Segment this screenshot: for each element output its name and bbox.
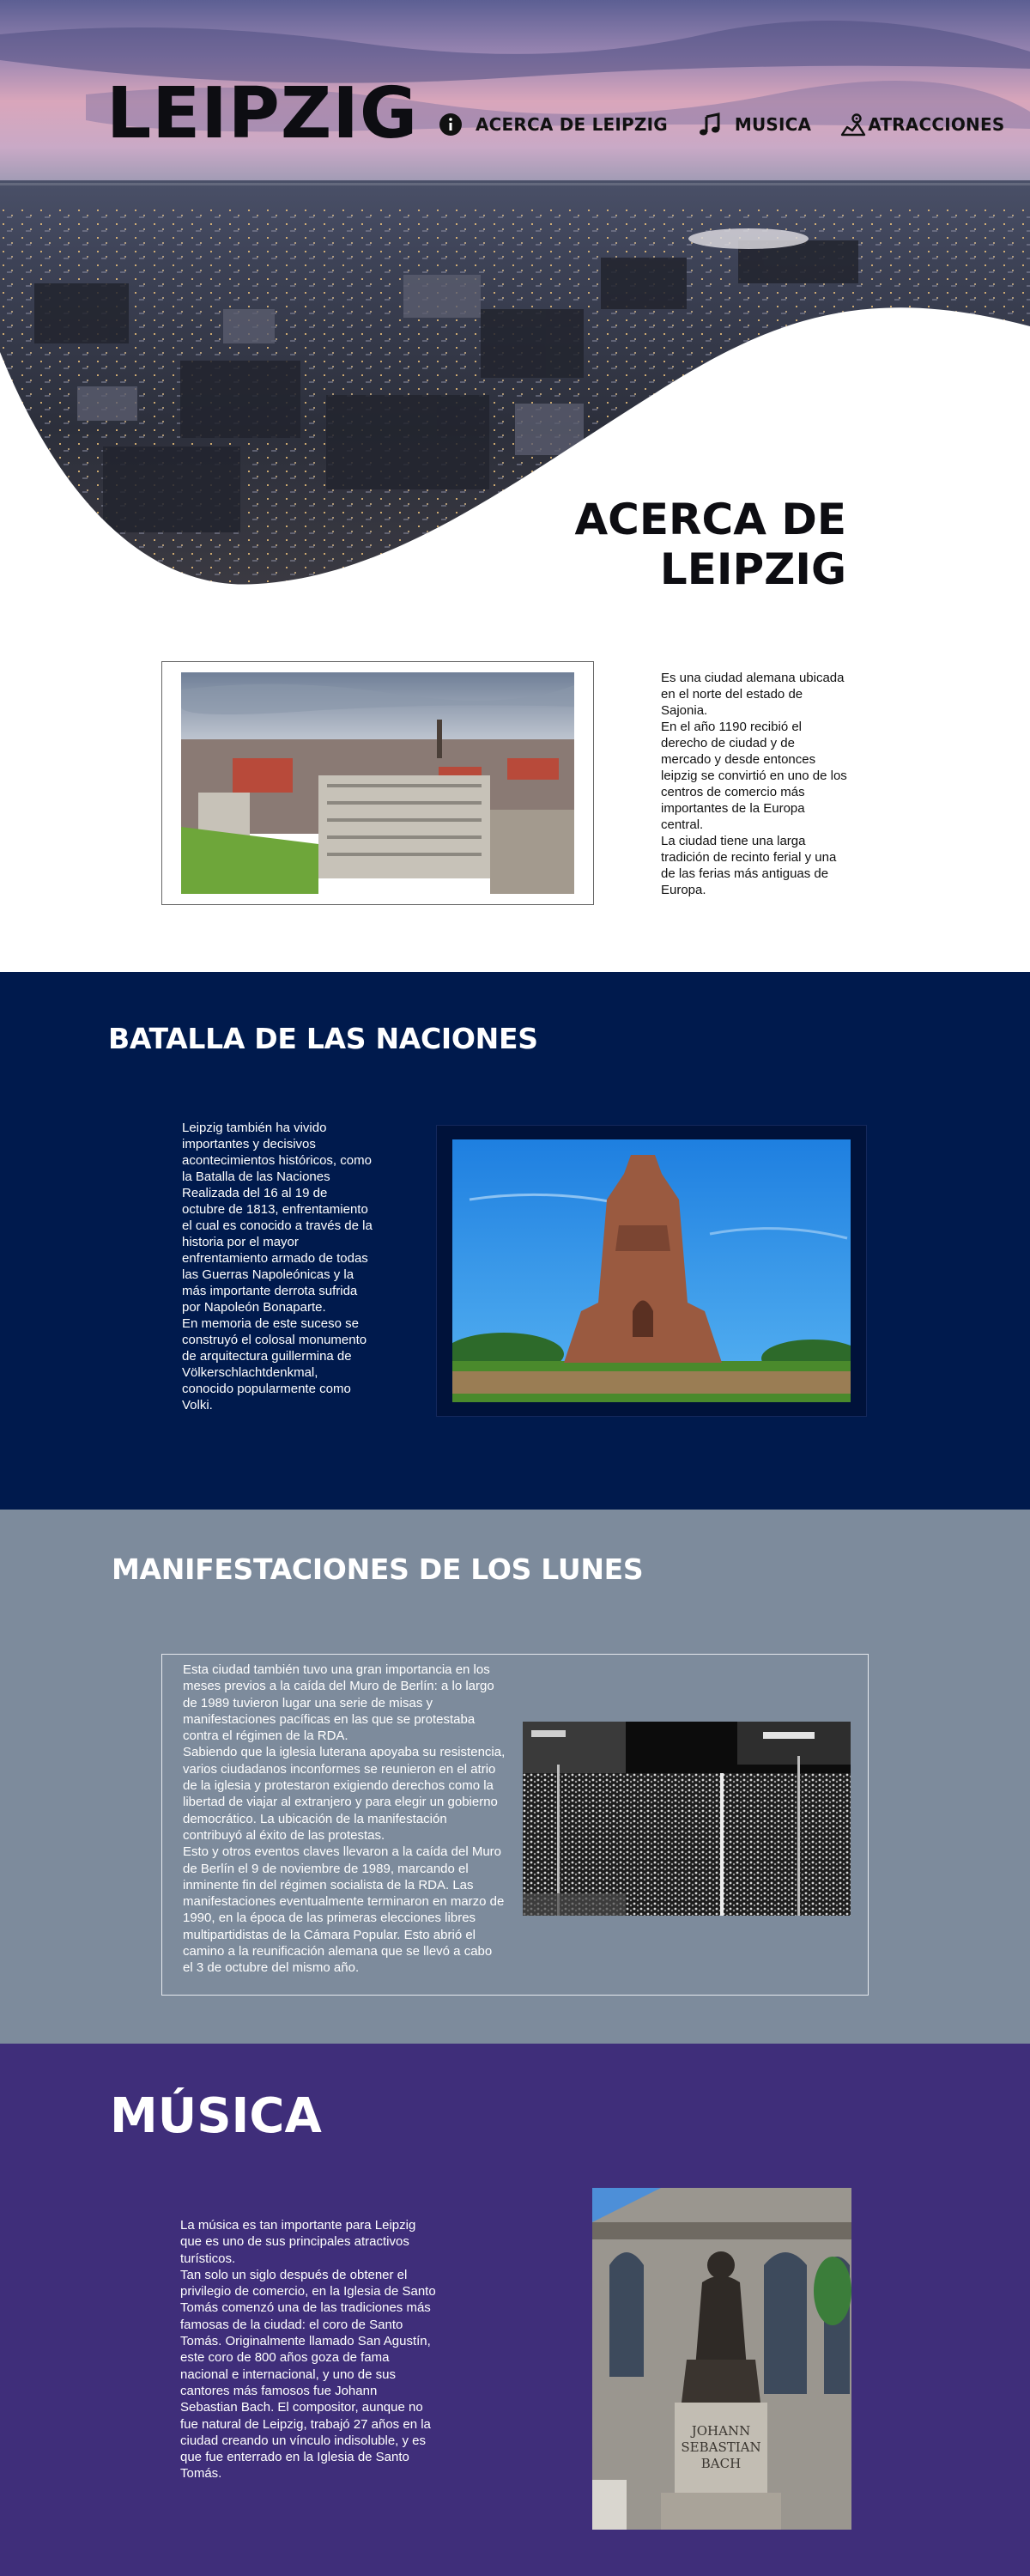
statue-inscription: JOHANN xyxy=(690,2423,750,2439)
musica-paragraph: Tan solo un siglo después de obtener el … xyxy=(180,2267,436,2482)
bach-statue-photo: JOHANN SEBASTIAN BACH xyxy=(592,2188,851,2530)
manifestaciones-paragraph: Esto y otros eventos claves llevaron a l… xyxy=(183,1844,505,1976)
site-logo[interactable]: LEIPZIG xyxy=(106,79,418,149)
batalla-image-frame xyxy=(436,1125,867,1417)
nav-item-acerca[interactable]: ACERCA DE LEIPZIG xyxy=(438,112,668,137)
manifestaciones-title: MANIFESTACIONES DE LOS LUNES xyxy=(112,1552,644,1586)
statue-inscription: BACH xyxy=(701,2456,741,2471)
nav-label-atracciones: ATRACCIONES xyxy=(868,114,1005,135)
nav-item-atracciones[interactable]: ATRACCIONES xyxy=(840,112,1004,137)
manifestaciones-text: Esta ciudad también tuvo una gran import… xyxy=(183,1662,506,1977)
musica-text: La música es tan importante para Leipzig… xyxy=(180,2217,438,2482)
about-text: Es una ciudad alemana ubicada en el nort… xyxy=(661,670,848,898)
statue-inscription: SEBASTIAN xyxy=(681,2439,760,2455)
leipzig-aerial-photo xyxy=(181,672,574,894)
batalla-text: Leipzig también ha vivido importantes y … xyxy=(182,1120,373,1413)
batalla-paragraph: En memoria de este suceso se construyó e… xyxy=(182,1316,367,1413)
nav-label-acerca: ACERCA DE LEIPZIG xyxy=(476,114,668,135)
about-paragraph: Es una ciudad alemana ubicada en el nort… xyxy=(661,671,845,718)
about-paragraph: En el año 1190 recibió el derecho de ciu… xyxy=(661,720,847,832)
about-title: ACERCA DE LEIPZIG xyxy=(574,495,846,594)
manifestaciones-paragraph: Sabiendo que la iglesia luterana apoyaba… xyxy=(183,1745,506,1843)
nav-label-musica: MUSICA xyxy=(734,114,812,135)
manifestaciones-section: MANIFESTACIONES DE LOS LUNES Esta ciudad… xyxy=(0,1510,1030,2044)
musica-title: MÚSICA xyxy=(110,2088,322,2144)
music-note-icon xyxy=(699,112,720,136)
hero-section: LEIPZIG ACERCA DE LEIPZIG MUSICA ATRACCI… xyxy=(0,0,1030,972)
volkerschlachtdenkmal-photo xyxy=(452,1139,851,1402)
about-paragraph: La ciudad tiene una larga tradición de r… xyxy=(661,834,837,897)
about-title-line2: LEIPZIG xyxy=(659,544,846,594)
musica-section: MÚSICA La música es tan importante para … xyxy=(0,2044,1030,2576)
musica-paragraph: La música es tan importante para Leipzig… xyxy=(180,2218,416,2266)
about-image-frame xyxy=(161,661,594,905)
map-pin-icon xyxy=(841,113,866,137)
nav-item-musica[interactable]: MUSICA xyxy=(697,112,811,137)
info-icon xyxy=(439,113,462,136)
batalla-section: BATALLA DE LAS NACIONES Leipzig también … xyxy=(0,972,1030,1510)
main-nav: ACERCA DE LEIPZIG MUSICA ATRACCIONES xyxy=(438,112,1004,137)
manifestaciones-paragraph: Esta ciudad también tuvo una gran import… xyxy=(183,1662,494,1744)
about-title-line1: ACERCA DE xyxy=(574,495,846,544)
manifestaciones-box: Esta ciudad también tuvo una gran import… xyxy=(161,1654,869,1996)
batalla-title: BATALLA DE LAS NACIONES xyxy=(108,1022,538,1055)
monday-demonstrations-photo xyxy=(523,1722,851,1916)
batalla-paragraph: Leipzig también ha vivido importantes y … xyxy=(182,1121,373,1315)
